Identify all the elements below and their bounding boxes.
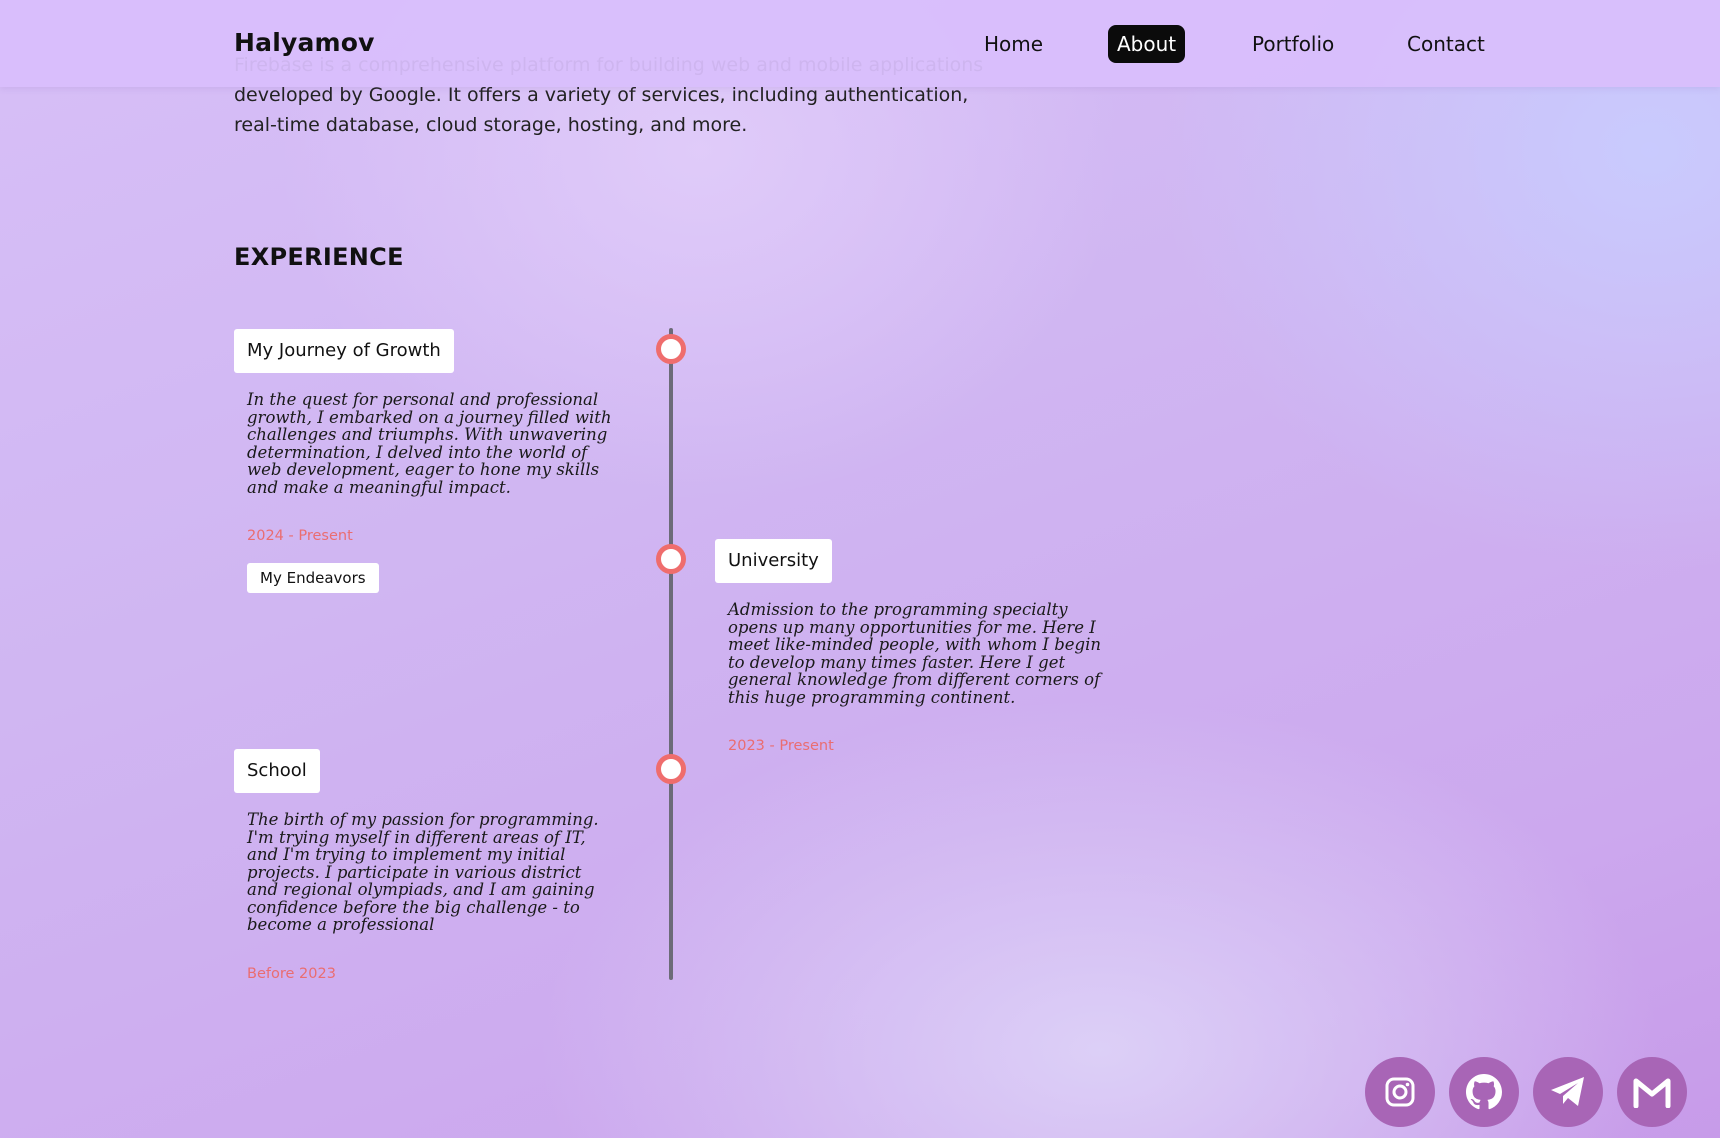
github-button[interactable] <box>1449 1057 1519 1127</box>
gmail-button[interactable] <box>1617 1057 1687 1127</box>
telegram-icon <box>1549 1075 1587 1109</box>
entry-date: 2024 - Present <box>247 528 353 544</box>
site-header: Halyamov Home About Portfolio Contact <box>0 0 1720 87</box>
entry-date: 2023 - Present <box>728 738 834 754</box>
nav-contact[interactable]: Contact <box>1398 25 1494 63</box>
timeline-entry-university: University Admission to the programming … <box>715 539 1105 754</box>
nav-portfolio[interactable]: Portfolio <box>1243 25 1343 63</box>
entry-description: The birth of my passion for programming.… <box>247 810 599 934</box>
timeline-dot <box>656 544 686 574</box>
experience-heading: EXPERIENCE <box>234 243 404 271</box>
entry-title: My Journey of Growth <box>234 329 454 373</box>
entry-title: University <box>715 539 832 583</box>
timeline-entry-school: School The birth of my passion for progr… <box>234 749 614 982</box>
instagram-icon <box>1384 1076 1416 1108</box>
instagram-button[interactable] <box>1365 1057 1435 1127</box>
timeline-dot <box>656 754 686 784</box>
nav-about[interactable]: About <box>1108 25 1186 63</box>
site-logo[interactable]: Halyamov <box>234 28 375 57</box>
nav-home[interactable]: Home <box>975 25 1052 63</box>
entry-date: Before 2023 <box>247 965 336 982</box>
gmail-icon <box>1632 1076 1672 1108</box>
timeline-entry-growth: My Journey of Growth In the quest for pe… <box>234 329 614 593</box>
entry-title: School <box>234 749 320 793</box>
timeline-dot <box>656 334 686 364</box>
telegram-button[interactable] <box>1533 1057 1603 1127</box>
timeline-line <box>669 328 673 980</box>
github-icon <box>1466 1074 1502 1110</box>
entry-description: In the quest for personal and profession… <box>247 390 612 497</box>
entry-description: Admission to the programming specialty o… <box>728 600 1102 707</box>
my-endeavors-button[interactable]: My Endeavors <box>247 563 379 593</box>
